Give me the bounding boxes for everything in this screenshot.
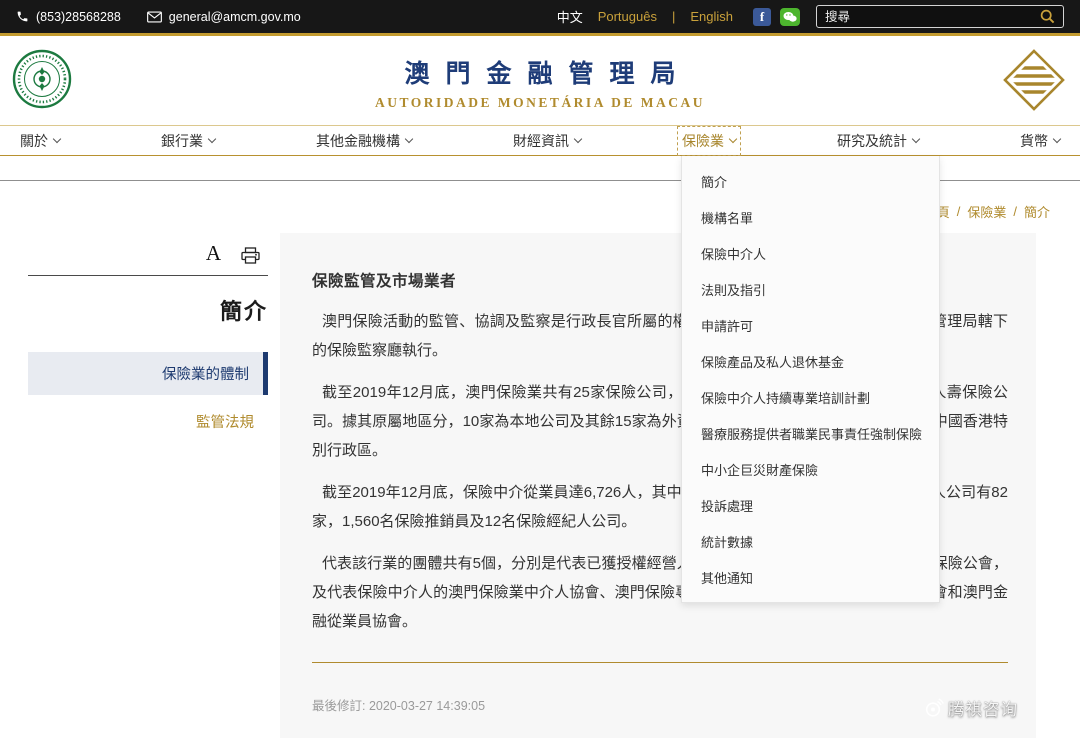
chevron-down-icon [208, 134, 216, 142]
nav-item-currency[interactable]: 貨幣 [1020, 131, 1060, 151]
nav-label: 貨幣 [1020, 131, 1048, 151]
lang-portuguese[interactable]: Português [598, 9, 657, 24]
font-size-button[interactable]: A [206, 243, 221, 264]
breadcrumb-separator: / [957, 204, 961, 219]
watermark-icon [924, 698, 944, 718]
nav-label: 關於 [20, 131, 48, 151]
search-input[interactable] [825, 10, 1040, 24]
dropdown-item-insurance-intermediaries[interactable]: 保險中介人 [682, 235, 939, 271]
breadcrumb-separator: / [1013, 204, 1017, 219]
amcm-diamond-logo [1002, 48, 1066, 112]
envelope-icon [147, 11, 162, 23]
email-contact[interactable]: general@amcm.gov.mo [147, 10, 301, 24]
sidebar-divider [28, 275, 268, 276]
email-address[interactable]: general@amcm.gov.mo [169, 10, 301, 24]
sidebar-item-insurance-system[interactable]: 保險業的體制 [28, 352, 268, 395]
breadcrumb-current: 簡介 [1024, 202, 1050, 221]
nav-item-banking[interactable]: 銀行業 [161, 131, 215, 151]
amcm-website-page: (853)28568288 general@amcm.gov.mo 中文 Por… [0, 0, 1080, 738]
dropdown-item-complaints[interactable]: 投訴處理 [682, 487, 939, 523]
search-icon[interactable] [1040, 9, 1055, 24]
sidebar-item-regulations[interactable]: 監管法規 [28, 405, 268, 438]
dropdown-item-medical-liability-insurance[interactable]: 醫療服務提供者職業民事責任強制保險 [682, 415, 939, 451]
nav-label: 研究及統計 [837, 131, 907, 151]
dropdown-item-statistics[interactable]: 統計數據 [682, 523, 939, 559]
search-box [816, 5, 1064, 28]
site-title-block: 澳門金融管理局 AUTORIDADE MONETÁRIA DE MACAU [0, 54, 1080, 111]
dropdown-item-products-pension-funds[interactable]: 保險產品及私人退休基金 [682, 343, 939, 379]
nav-item-insurance[interactable]: 保險業 [682, 131, 736, 151]
nav-label: 銀行業 [161, 131, 203, 151]
chevron-down-icon [912, 134, 920, 142]
nav-item-research-statistics[interactable]: 研究及統計 [837, 131, 919, 151]
content-divider [312, 662, 1008, 663]
sidebar-heading: 簡介 [28, 294, 268, 326]
breadcrumb-insurance[interactable]: 保險業 [967, 202, 1006, 221]
phone-number: (853)28568288 [36, 10, 121, 24]
phone-icon [16, 10, 29, 23]
social-links: f [753, 8, 800, 26]
site-header: 澳門金融管理局 AUTORIDADE MONETÁRIA DE MACAU [0, 36, 1080, 125]
dropdown-item-sme-catastrophe-insurance[interactable]: 中小企巨災財產保險 [682, 451, 939, 487]
nav-item-financial-information[interactable]: 財經資訊 [513, 131, 581, 151]
watermark-text: 腾祺咨询 [948, 696, 1018, 720]
insurance-dropdown-menu: 簡介 機構名單 保險中介人 法則及指引 申請許可 保險產品及私人退休基金 保險中… [681, 156, 940, 603]
primary-nav: 關於 銀行業 其他金融機構 財經資訊 保險業 研究及統計 貨幣 [0, 125, 1080, 156]
page-tools: A [28, 240, 268, 264]
chevron-down-icon [53, 134, 61, 142]
lang-chinese[interactable]: 中文 [557, 7, 583, 26]
lang-english[interactable]: English [690, 9, 733, 24]
nav-label: 其他金融機構 [316, 131, 400, 151]
language-switcher: 中文 Português | English [557, 7, 733, 26]
watermark: 腾祺咨询 [924, 696, 1018, 720]
chevron-down-icon [405, 134, 413, 142]
print-button[interactable] [241, 247, 260, 264]
breadcrumb: 首頁 / 保險業 / 簡介 [924, 202, 1050, 221]
phone-contact: (853)28568288 [16, 10, 121, 24]
wechat-icon[interactable] [780, 8, 800, 26]
facebook-icon[interactable]: f [753, 8, 771, 26]
dropdown-item-rules-guidelines[interactable]: 法則及指引 [682, 271, 939, 307]
nav-label: 財經資訊 [513, 131, 569, 151]
nav-item-other-financial-institutions[interactable]: 其他金融機構 [316, 131, 412, 151]
chevron-down-icon [1053, 134, 1061, 142]
nav-item-about[interactable]: 關於 [20, 131, 60, 151]
dropdown-item-application-licensing[interactable]: 申請許可 [682, 307, 939, 343]
site-title-portuguese: AUTORIDADE MONETÁRIA DE MACAU [0, 95, 1080, 111]
sidebar: A 簡介 保險業的體制 監管法規 [28, 240, 268, 438]
chevron-down-icon [574, 134, 582, 142]
dropdown-item-introduction[interactable]: 簡介 [682, 163, 939, 199]
top-utility-bar: (853)28568288 general@amcm.gov.mo 中文 Por… [0, 0, 1080, 33]
nav-label: 保險業 [682, 131, 724, 151]
dropdown-item-other-notices[interactable]: 其他通知 [682, 559, 939, 595]
dropdown-item-cpd-programme[interactable]: 保險中介人持續專業培訓計劃 [682, 379, 939, 415]
chevron-down-icon [729, 134, 737, 142]
dropdown-item-institution-list[interactable]: 機構名單 [682, 199, 939, 235]
lang-separator: | [672, 9, 675, 24]
site-title-chinese: 澳門金融管理局 [0, 54, 1080, 90]
last-modified-text: 最後修訂: 2020-03-27 14:39:05 [312, 695, 1008, 714]
